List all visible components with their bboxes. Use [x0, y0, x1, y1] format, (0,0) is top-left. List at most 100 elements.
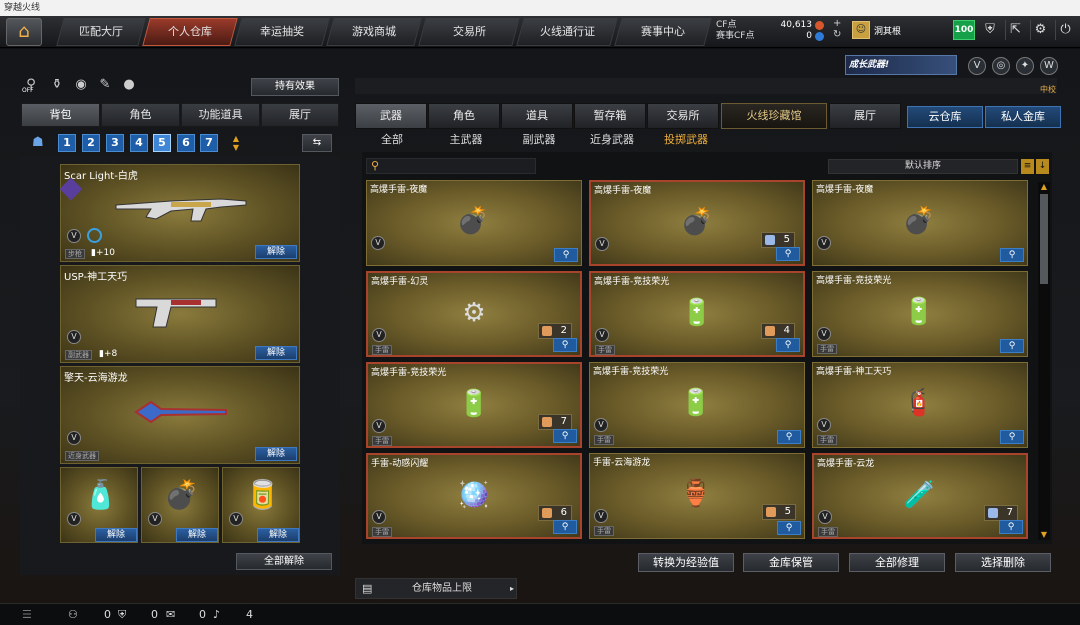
- inspect-button[interactable]: ⚲: [1000, 430, 1024, 444]
- item-card[interactable]: 高爆手雷-云龙 🧪 V 手雷 7 ⚲: [812, 453, 1028, 539]
- unequip-button[interactable]: 解除: [95, 528, 137, 542]
- item-card[interactable]: 高爆手雷-竞技荣光 🔋 V 手雷 7 ⚲: [366, 362, 582, 448]
- subtab-secondary[interactable]: 副武器: [502, 131, 576, 149]
- unequip-button[interactable]: 解除: [176, 528, 218, 542]
- select-delete-button[interactable]: 选择删除: [955, 553, 1051, 572]
- nav-tab-game-shop[interactable]: 游戏商城: [326, 18, 422, 46]
- item-card[interactable]: 高爆手雷-神工天巧 🧯 V 手雷 ⚲: [812, 362, 1028, 448]
- inspect-button[interactable]: ⚲: [776, 338, 800, 352]
- tab-exchange[interactable]: 交易所: [647, 103, 719, 129]
- inspect-button[interactable]: ⚲: [777, 521, 801, 535]
- inspect-button[interactable]: ⚲: [553, 338, 577, 352]
- inspect-button[interactable]: ⚲: [776, 247, 800, 261]
- bomb-icon[interactable]: ●: [120, 76, 138, 94]
- nav-tab-personal-warehouse[interactable]: 个人仓库: [142, 18, 238, 46]
- sort-direction-icon[interactable]: ↓: [1036, 159, 1049, 174]
- page-1[interactable]: 1: [58, 134, 76, 152]
- item-card[interactable]: 高爆手雷-夜魔 💣 V 5 ⚲: [589, 180, 805, 266]
- scroll-down-icon[interactable]: ▼: [1038, 530, 1050, 540]
- eye-icon[interactable]: ◉: [72, 76, 90, 94]
- refresh-icon[interactable]: ↻: [833, 29, 841, 40]
- w-logo-icon[interactable]: W: [1040, 57, 1058, 75]
- compass-icon[interactable]: ◎: [992, 57, 1010, 75]
- equipped-primary-card[interactable]: Scar Light-白虎 V 步枪 ▮+10 解除: [59, 164, 300, 262]
- item-card[interactable]: 高爆手雷-竞技荣光 🔋 V 手雷 ⚲: [812, 271, 1028, 357]
- inspect-button[interactable]: ⚲: [1000, 339, 1024, 353]
- bag-icon[interactable]: ⚱: [48, 76, 66, 94]
- convert-to-exp-button[interactable]: 转换为经验值: [638, 553, 734, 572]
- subtab-melee[interactable]: 近身武器: [575, 131, 649, 149]
- holding-effect-button[interactable]: 持有效果: [251, 78, 339, 96]
- nav-tab-match-lobby[interactable]: 匹配大厅: [56, 18, 146, 46]
- gear-icon[interactable]: ⚙: [1030, 20, 1050, 40]
- scroll-thumb[interactable]: [1040, 194, 1048, 284]
- unequip-button[interactable]: 解除: [255, 346, 297, 360]
- tab-backpack[interactable]: 背包: [21, 103, 100, 127]
- unequip-button[interactable]: 解除: [255, 447, 297, 461]
- swap-button[interactable]: ⇆: [302, 134, 332, 152]
- page-4[interactable]: 4: [130, 134, 148, 152]
- inspect-button[interactable]: ⚲: [999, 520, 1023, 534]
- volume-icon[interactable]: ♪: [213, 608, 220, 621]
- equipped-throwable-slot-3[interactable]: 🥫 V 解除: [222, 467, 300, 543]
- item-scrollbar[interactable]: ▲ ▼: [1038, 182, 1050, 540]
- warehouse-limit-bar[interactable]: ▤ 仓库物品上限 ▸: [355, 578, 517, 599]
- tab-showroom[interactable]: 展厅: [261, 103, 339, 127]
- power-icon[interactable]: ⏻: [1055, 20, 1075, 40]
- subtab-all[interactable]: 全部: [355, 131, 429, 149]
- chat-icon[interactable]: ✉: [166, 608, 175, 621]
- unequip-button[interactable]: 解除: [257, 528, 299, 542]
- plus-icon[interactable]: +: [833, 18, 841, 29]
- inspect-button[interactable]: ⚲: [554, 248, 578, 262]
- unequip-button[interactable]: 解除: [255, 245, 297, 259]
- vault-store-button[interactable]: 金库保管: [743, 553, 839, 572]
- search-input[interactable]: ⚲: [366, 158, 536, 174]
- inspect-button[interactable]: ⚲: [553, 429, 577, 443]
- unequip-all-button[interactable]: 全部解除: [236, 553, 332, 570]
- tab-private-vault[interactable]: 私人金库: [985, 106, 1061, 128]
- page-2[interactable]: 2: [82, 134, 100, 152]
- recharge-buttons[interactable]: + ↻: [833, 18, 841, 40]
- clan-icon[interactable]: ⛨: [118, 608, 126, 622]
- page-5[interactable]: 5: [153, 134, 171, 152]
- page-3[interactable]: 3: [106, 134, 124, 152]
- tab-collection-hall[interactable]: 火线珍藏馆: [721, 103, 827, 129]
- avatar[interactable]: ☺: [852, 21, 870, 39]
- tab-temp-box[interactable]: 暂存箱: [574, 103, 646, 129]
- item-card[interactable]: 高爆手雷-竞技荣光 🔋 V 手雷 ⚲: [589, 362, 805, 448]
- tab-function-items[interactable]: 功能道具: [181, 103, 260, 127]
- equipped-throwable-slot-2[interactable]: 💣 V 解除: [141, 467, 219, 543]
- subtab-throwable[interactable]: 投掷武器: [649, 131, 723, 149]
- equipped-secondary-card[interactable]: USP-神工天巧 V 副武器 ▮+8 解除: [60, 265, 300, 363]
- home-button[interactable]: ⌂: [6, 18, 42, 46]
- tab-cloud-warehouse[interactable]: 云仓库: [907, 106, 983, 128]
- friends-icon[interactable]: ⚇: [68, 608, 78, 621]
- page-stepper[interactable]: ▲ ▼: [230, 134, 242, 152]
- item-card[interactable]: 高爆手雷-夜魔 💣 V ⚲: [812, 180, 1028, 266]
- tab-characters[interactable]: 角色: [428, 103, 500, 129]
- tab-character[interactable]: 角色: [101, 103, 180, 127]
- tab-showroom[interactable]: 展厅: [829, 103, 901, 129]
- equipped-throwable-slot-1[interactable]: 🧴 V 解除: [60, 467, 138, 543]
- menu-icon[interactable]: ☰: [22, 608, 32, 621]
- nav-tab-event-center[interactable]: 赛事中心: [614, 18, 712, 46]
- shield-icon[interactable]: ⛨: [980, 20, 1000, 40]
- item-card[interactable]: 高爆手雷-夜魔 💣 V ⚲: [366, 180, 582, 266]
- v-circle-icon[interactable]: V: [968, 57, 986, 75]
- nav-tab-lucky-draw[interactable]: 幸运抽奖: [234, 18, 330, 46]
- nav-tab-battle-pass[interactable]: 火线通行证: [516, 18, 618, 46]
- inspect-button[interactable]: ⚲: [553, 520, 577, 534]
- wing-icon[interactable]: ✦: [1016, 57, 1034, 75]
- exit-icon[interactable]: ⇱: [1005, 20, 1025, 40]
- toggle-off-icon[interactable]: ⚲ OFF: [22, 76, 40, 94]
- nav-tab-exchange[interactable]: 交易所: [418, 18, 520, 46]
- equipped-melee-card[interactable]: 擎天-云海游龙 V 近身武器 解除: [60, 366, 300, 464]
- spray-icon[interactable]: ✎: [96, 76, 114, 94]
- growth-weapon-banner[interactable]: 成长武器!: [845, 55, 957, 75]
- page-7[interactable]: 7: [200, 134, 218, 152]
- page-6[interactable]: 6: [177, 134, 195, 152]
- item-card[interactable]: 手雷-云海游龙 🏺 V 手雷 5 ⚲: [589, 453, 805, 539]
- inspect-button[interactable]: ⚲: [1000, 248, 1024, 262]
- scroll-up-icon[interactable]: ▲: [1038, 182, 1050, 192]
- list-view-icon[interactable]: ≡: [1021, 159, 1034, 174]
